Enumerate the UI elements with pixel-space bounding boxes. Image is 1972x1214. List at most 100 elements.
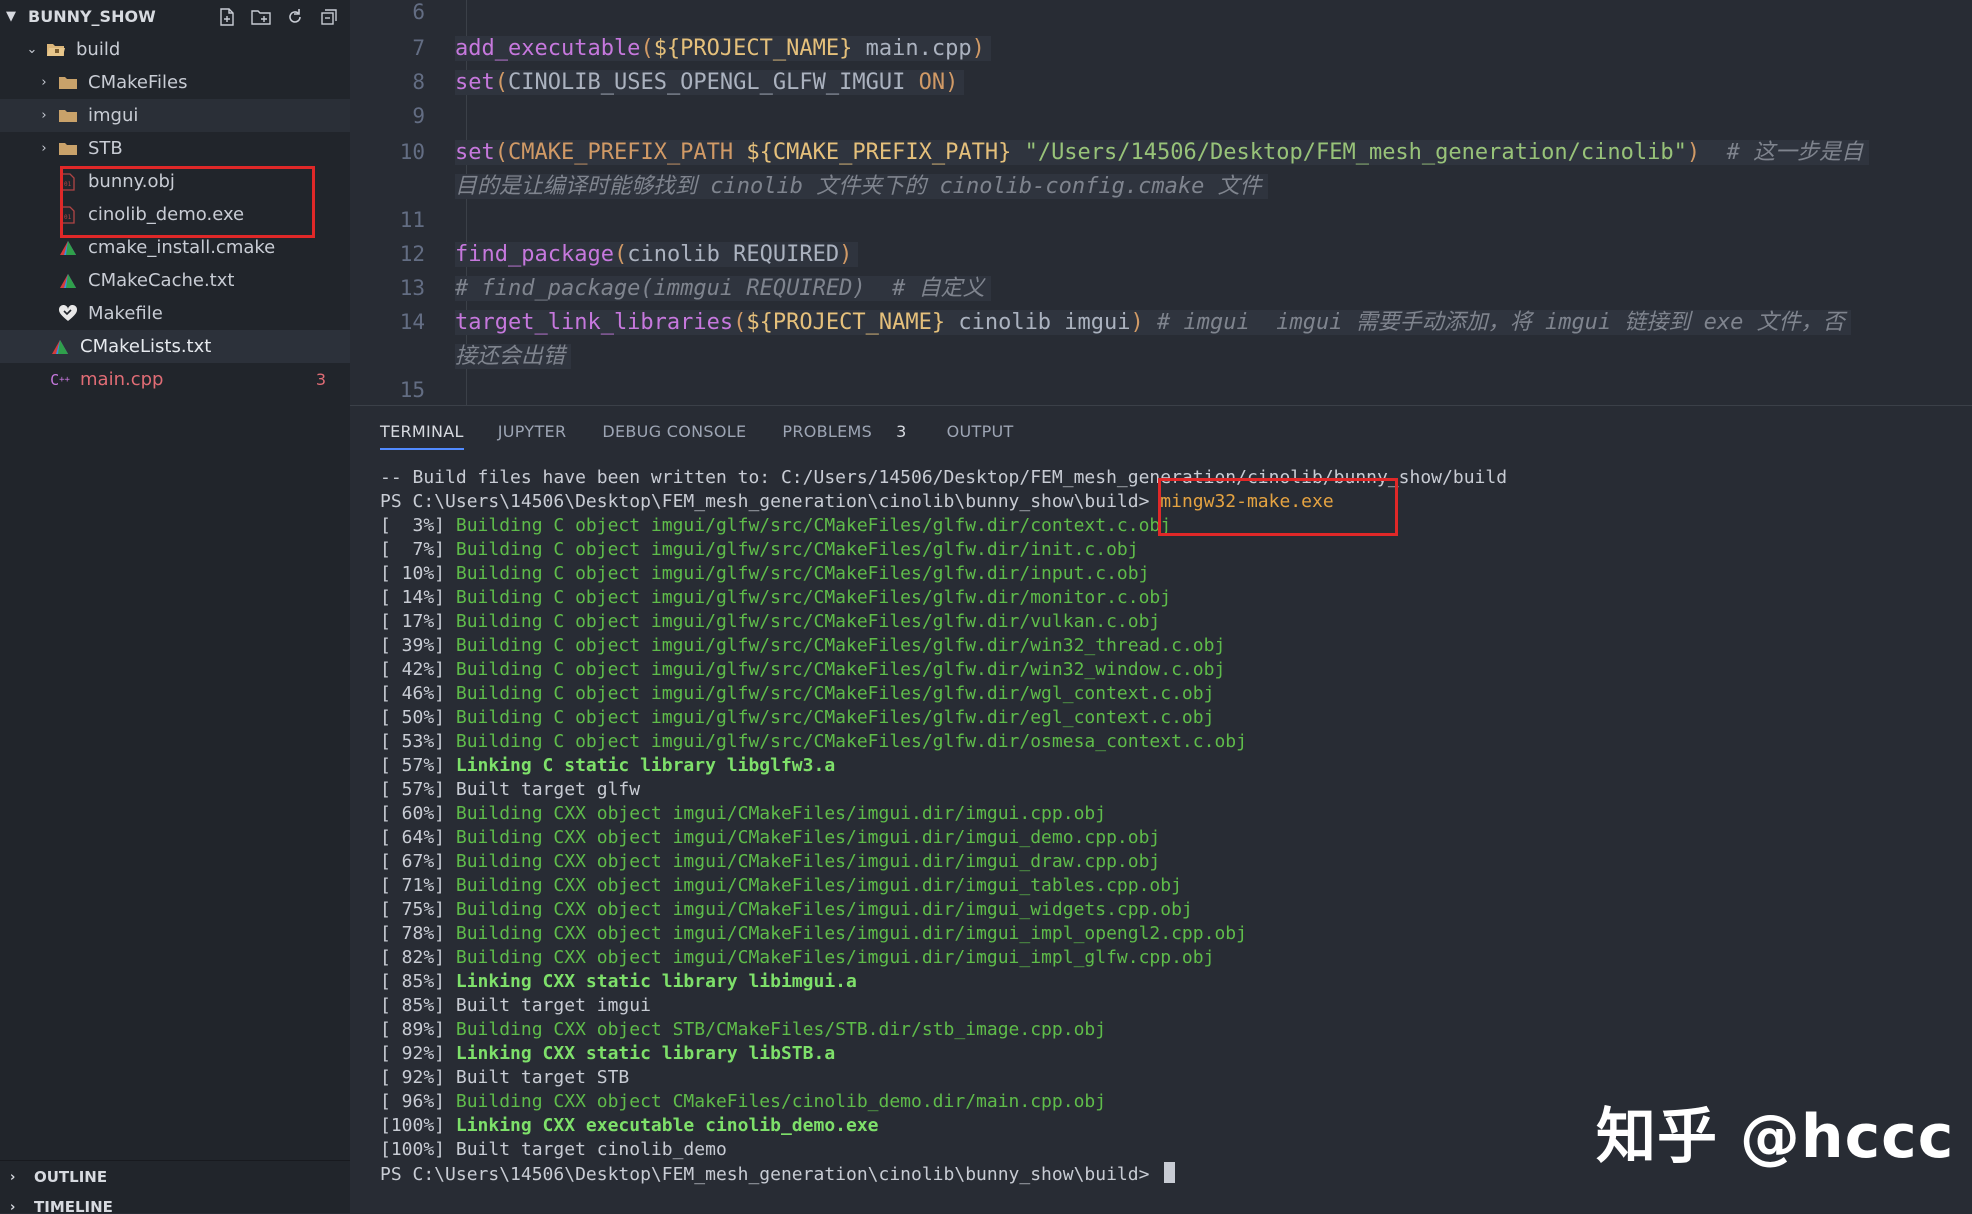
tree-folder-imgui[interactable]: › imgui (0, 99, 350, 132)
terminal-build-line: [ 71%] Building CXX object imgui/CMakeFi… (380, 874, 1962, 898)
tree-label: cmake_install.cmake (88, 237, 276, 258)
cpp-icon: C ++ (50, 370, 70, 389)
chevron-right-icon: › (41, 108, 47, 123)
terminal-build-line: [ 42%] Building C object imgui/glfw/src/… (380, 658, 1962, 682)
tree-label: CMakeLists.txt (80, 336, 212, 357)
terminal-build-line: [ 53%] Building C object imgui/glfw/src/… (380, 730, 1962, 754)
build-percent: [100%] (380, 1115, 456, 1136)
build-percent: [ 10%] (380, 563, 456, 584)
build-message: Building C object imgui/glfw/src/CMakeFi… (455, 611, 1161, 632)
terminal-build-line: [ 46%] Building C object imgui/glfw/src/… (380, 682, 1962, 706)
build-message: Building C object imgui/glfw/src/CMakeFi… (455, 659, 1226, 680)
explorer-sidebar: ▼ BUNNY_SHOW ⌄ build › CMakeFiles › imgu… (0, 0, 350, 1213)
makefile-icon (58, 304, 78, 323)
build-percent: [ 64%] (380, 827, 456, 848)
terminal-build-line: [ 14%] Building C object imgui/glfw/src/… (380, 586, 1962, 610)
terminal-build-line: [ 67%] Building CXX object imgui/CMakeFi… (380, 850, 1962, 874)
code-line: add_executable(${PROJECT_NAME} main.cpp) (455, 32, 991, 66)
tab-jupyter[interactable]: JUPYTER (498, 406, 567, 456)
build-percent: [ 7%] (380, 539, 456, 560)
tree-file-makefile[interactable]: Makefile (0, 297, 350, 330)
build-percent: [ 85%] (380, 971, 456, 992)
terminal-build-line: [ 57%] Built target glfw (380, 778, 1962, 802)
tab-debug-console[interactable]: DEBUG CONSOLE (602, 406, 746, 456)
tree-label: imgui (88, 105, 139, 126)
terminal-build-line: [ 10%] Building C object imgui/glfw/src/… (380, 562, 1962, 586)
timeline-section[interactable]: › TIMELINE (0, 1192, 350, 1213)
code-editor[interactable]: 6 7 8 9 10 11 12 13 14 15 add_executable… (350, 0, 1972, 405)
refresh-icon[interactable] (284, 6, 306, 28)
terminal-build-line: [ 57%] Linking C static library libglfw3… (380, 754, 1962, 778)
tree-label: STB (88, 138, 123, 159)
build-percent: [ 57%] (380, 755, 456, 776)
line-number: 10 (399, 140, 425, 164)
build-message: Building C object imgui/glfw/src/CMakeFi… (455, 587, 1172, 608)
tree-folder-cmakefiles[interactable]: › CMakeFiles (0, 66, 350, 99)
new-file-icon[interactable] (216, 6, 238, 28)
line-number: 15 (399, 378, 425, 402)
terminal-build-line: [ 85%] Built target imgui (380, 994, 1962, 1018)
build-percent: [ 39%] (380, 635, 456, 656)
build-message: Building CXX object imgui/CMakeFiles/img… (455, 851, 1161, 872)
build-message: Building CXX object STB/CMakeFiles/STB.d… (455, 1019, 1107, 1040)
chevron-right-icon: › (41, 75, 47, 90)
terminal-build-line: [ 7%] Building C object imgui/glfw/src/C… (380, 538, 1962, 562)
line-number: 14 (399, 310, 425, 334)
tab-problems[interactable]: PROBLEMS 3 (782, 406, 906, 456)
line-number: 6 (412, 0, 425, 24)
outline-section[interactable]: › OUTLINE (0, 1162, 350, 1192)
build-message: Building C object imgui/glfw/src/CMakeFi… (455, 635, 1226, 656)
collapse-all-icon[interactable] (318, 6, 340, 28)
explorer-actions (216, 6, 340, 28)
watermark: 知乎 @hccc (1596, 1102, 1955, 1172)
line-number: 7 (412, 36, 425, 60)
code-line: find_package(cinolib REQUIRED) (455, 238, 859, 272)
chevron-down-icon[interactable]: ▼ (6, 9, 22, 24)
build-percent: [ 60%] (380, 803, 456, 824)
build-message: Building CXX object imgui/CMakeFiles/img… (455, 875, 1182, 896)
build-percent: [ 67%] (380, 851, 456, 872)
tab-terminal[interactable]: TERMINAL (380, 406, 464, 456)
code-text-area[interactable]: add_executable(${PROJECT_NAME} main.cpp)… (455, 0, 1972, 405)
code-line: # find_package(immgui REQUIRED) # 自定义 (455, 272, 991, 306)
tree-folder-build[interactable]: ⌄ build (0, 33, 350, 66)
cmake-icon (50, 338, 70, 356)
build-percent: [ 57%] (380, 779, 456, 800)
tree-file-main-cpp[interactable]: C ++ main.cpp 3 (0, 363, 350, 396)
explorer-header[interactable]: ▼ BUNNY_SHOW (0, 0, 350, 33)
folder-icon (58, 140, 78, 158)
build-percent: [ 82%] (380, 947, 456, 968)
code-line-wrap: 目的是让编译时能够找到 cinolib 文件夹下的 cinolib-config… (455, 170, 1268, 204)
build-percent: [ 96%] (380, 1091, 456, 1112)
build-percent: [ 14%] (380, 587, 456, 608)
sidebar-divider (0, 1160, 350, 1161)
terminal-build-line: [ 60%] Building CXX object imgui/CMakeFi… (380, 802, 1962, 826)
build-percent: [ 89%] (380, 1019, 456, 1040)
workspace-title: BUNNY_SHOW (28, 7, 156, 26)
tree-file-cmakelists[interactable]: CMakeLists.txt (0, 330, 350, 363)
build-message: Building C object imgui/glfw/src/CMakeFi… (455, 731, 1247, 752)
build-message: Building C object imgui/glfw/src/CMakeFi… (455, 707, 1215, 728)
terminal-build-line: [ 50%] Building C object imgui/glfw/src/… (380, 706, 1962, 730)
terminal-output[interactable]: -- Build files have been written to: C:/… (380, 466, 1962, 1186)
build-percent: [ 78%] (380, 923, 456, 944)
code-line: set(CINOLIB_USES_OPENGL_GLFW_IMGUI ON) (455, 66, 965, 100)
annotation-box-output-files (60, 166, 315, 238)
build-message: Building CXX object imgui/CMakeFiles/img… (455, 803, 1107, 824)
tree-label: CMakeFiles (88, 72, 188, 93)
code-line: set(CMAKE_PREFIX_PATH ${CMAKE_PREFIX_PAT… (455, 136, 1870, 170)
build-percent: [ 85%] (380, 995, 456, 1016)
new-folder-icon[interactable] (250, 6, 272, 28)
tab-output[interactable]: OUTPUT (947, 406, 1014, 456)
tree-folder-stb[interactable]: › STB (0, 132, 350, 165)
terminal-build-line: [ 39%] Building C object imgui/glfw/src/… (380, 634, 1962, 658)
build-percent: [ 71%] (380, 875, 456, 896)
build-message: Building C object imgui/glfw/src/CMakeFi… (455, 683, 1215, 704)
terminal-build-line: [ 85%] Linking CXX static library libimg… (380, 970, 1962, 994)
tree-file-cmakecache[interactable]: CMakeCache.txt (0, 264, 350, 297)
outline-label: OUTLINE (34, 1168, 108, 1186)
terminal-build-line: [ 89%] Building CXX object STB/CMakeFile… (380, 1018, 1962, 1042)
terminal-build-line: [ 92%] Built target STB (380, 1066, 1962, 1090)
build-output-rows: [ 3%] Building C object imgui/glfw/src/C… (380, 514, 1962, 1162)
terminal-cursor (1164, 1162, 1176, 1183)
